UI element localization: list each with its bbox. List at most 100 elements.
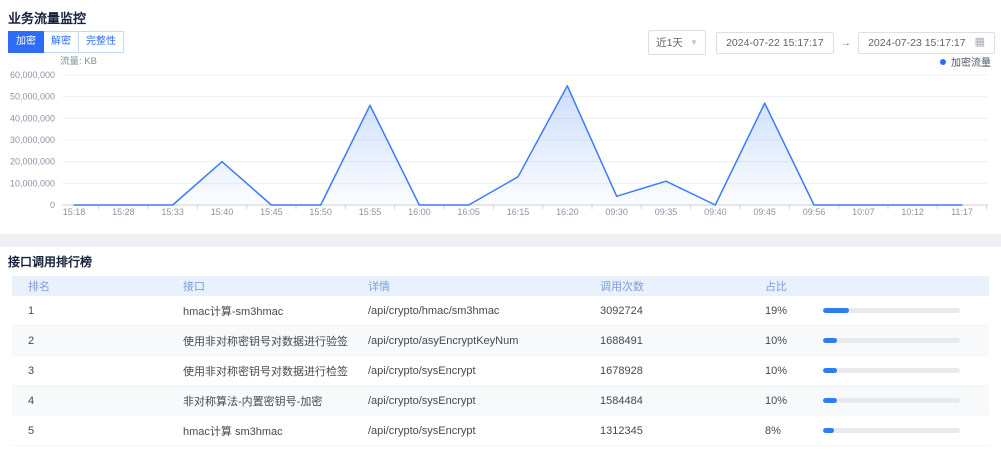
cell-detail: /api/crypto/sysEncrypt	[352, 425, 584, 437]
x-tick-label: 16:20	[556, 207, 579, 217]
table-body: 1hmac计算-sm3hmac/api/crypto/hmac/sm3hmac3…	[12, 296, 989, 446]
traffic-type-tabs: 加密 解密 完整性	[8, 31, 124, 53]
x-tick-label: 15:55	[359, 207, 382, 217]
y-tick-label: 40,000,000	[10, 113, 55, 123]
x-tick-label: 15:50	[309, 207, 332, 217]
cell-detail: /api/crypto/asyEncryptKeyNum	[352, 335, 584, 347]
cell-pct-bar	[807, 368, 989, 373]
chevron-down-icon: ▼	[690, 38, 698, 47]
pct-bar-track	[823, 368, 960, 373]
pct-bar-track	[823, 308, 960, 313]
tab-integrity[interactable]: 完整性	[78, 31, 124, 53]
column-header-3: 调用次数	[584, 278, 749, 294]
x-tick-label: 09:56	[803, 207, 826, 217]
y-tick-label: 60,000,000	[10, 70, 55, 80]
table-header: 排名接口详情调用次数占比	[12, 276, 989, 296]
cell-pct: 10%	[749, 395, 807, 407]
x-tick-label: 15:40	[211, 207, 234, 217]
cell-rank: 3	[12, 365, 167, 377]
x-tick-label: 15:18	[63, 207, 86, 217]
cell-calls: 1688491	[584, 335, 749, 347]
series-area	[74, 86, 962, 205]
traffic-line-chart: 60,000,000 50,000,000 40,000,000 30,000,000…	[0, 64, 1001, 226]
cell-rank: 1	[12, 305, 167, 317]
cell-detail: /api/crypto/hmac/sm3hmac	[352, 305, 584, 317]
end-datetime-input[interactable]: 2024-07-23 15:17:17 ▦	[858, 32, 995, 54]
y-tick-label: 30,000,000	[10, 135, 55, 145]
cell-pct: 8%	[749, 425, 807, 437]
x-tick-label: 16:15	[507, 207, 530, 217]
cell-rank: 2	[12, 335, 167, 347]
x-tick-label: 16:05	[457, 207, 480, 217]
pct-bar-track	[823, 398, 960, 403]
x-tick-label: 16:00	[408, 207, 431, 217]
start-datetime-input[interactable]: 2024-07-22 15:17:17	[716, 32, 834, 54]
cell-calls: 3092724	[584, 305, 749, 317]
table-row: 5hmac计算 sm3hmac/api/crypto/sysEncrypt131…	[12, 416, 989, 446]
table-row: 1hmac计算-sm3hmac/api/crypto/hmac/sm3hmac3…	[12, 296, 989, 326]
cell-calls: 1584484	[584, 395, 749, 407]
x-tick-label: 09:30	[605, 207, 628, 217]
traffic-monitor-card: 业务流量监控 加密 解密 完整性 近1天 ▼ 2024-07-22 15:17:…	[0, 0, 1001, 234]
time-controls: 近1天 ▼ 2024-07-22 15:17:17 → 2024-07-23 1…	[648, 30, 995, 55]
pct-bar-fill	[823, 428, 834, 433]
pct-bar-fill	[823, 338, 837, 343]
table-row: 2使用非对称密钥号对数据进行验签/api/crypto/asyEncryptKe…	[12, 326, 989, 356]
x-tick-label: 15:28	[112, 207, 135, 217]
time-range-value: 近1天	[656, 35, 683, 50]
cell-api: 使用非对称密钥号对数据进行检签	[167, 363, 352, 379]
y-tick-label: 0	[50, 200, 55, 210]
table-row: 3使用非对称密钥号对数据进行检签/api/crypto/sysEncrypt16…	[12, 356, 989, 386]
ranking-table: 排名接口详情调用次数占比 1hmac计算-sm3hmac/api/crypto/…	[12, 276, 989, 446]
x-tick-label: 10:12	[901, 207, 924, 217]
cell-api: hmac计算 sm3hmac	[167, 423, 352, 439]
cell-rank: 4	[12, 395, 167, 407]
pct-bar-track	[823, 428, 960, 433]
cell-detail: /api/crypto/sysEncrypt	[352, 365, 584, 377]
date-range-arrow: →	[841, 37, 852, 49]
x-tick-label: 09:40	[704, 207, 727, 217]
cell-pct: 10%	[749, 365, 807, 377]
pct-bar-fill	[823, 368, 837, 373]
cell-pct-bar	[807, 398, 989, 403]
cell-pct-bar	[807, 338, 989, 343]
pct-bar-track	[823, 338, 960, 343]
x-tick-label: 09:45	[753, 207, 776, 217]
x-tick-label: 09:35	[655, 207, 678, 217]
x-tick-label: 11:17	[951, 207, 973, 217]
cell-pct-bar	[807, 308, 989, 313]
y-tick-label: 10,000,000	[10, 178, 55, 188]
cell-api: 使用非对称密钥号对数据进行验签	[167, 333, 352, 349]
column-header-0: 排名	[12, 278, 167, 294]
pct-bar-fill	[823, 308, 849, 313]
calendar-icon[interactable]: ▦	[975, 37, 985, 48]
x-tick-label: 10:07	[852, 207, 875, 217]
end-datetime-value: 2024-07-23 15:17:17	[868, 37, 966, 49]
column-header-2: 详情	[352, 278, 584, 294]
cell-rank: 5	[12, 425, 167, 437]
cell-api: 非对称算法-内置密钥号-加密	[167, 393, 352, 409]
pct-bar-fill	[823, 398, 837, 403]
tab-decrypt[interactable]: 解密	[43, 31, 79, 53]
cell-calls: 1312345	[584, 425, 749, 437]
column-header-4: 占比	[749, 278, 807, 294]
traffic-section-title: 业务流量监控	[8, 8, 86, 27]
cell-pct: 19%	[749, 305, 807, 317]
y-tick-label: 50,000,000	[10, 92, 55, 102]
cell-pct-bar	[807, 428, 989, 433]
ranking-card: 接口调用排行榜 排名接口详情调用次数占比 1hmac计算-sm3hmac/api…	[0, 247, 1001, 450]
section-divider	[0, 234, 1001, 247]
x-tick-label: 15:45	[260, 207, 283, 217]
tab-encrypt[interactable]: 加密	[8, 31, 44, 53]
cell-api: hmac计算-sm3hmac	[167, 303, 352, 319]
table-row: 4非对称算法-内置密钥号-加密/api/crypto/sysEncrypt158…	[12, 386, 989, 416]
start-datetime-value: 2024-07-22 15:17:17	[726, 37, 824, 49]
column-header-1: 接口	[167, 278, 352, 294]
time-range-select[interactable]: 近1天 ▼	[648, 30, 706, 55]
cell-pct: 10%	[749, 335, 807, 347]
cell-calls: 1678928	[584, 365, 749, 377]
cell-detail: /api/crypto/sysEncrypt	[352, 395, 584, 407]
ranking-section-title: 接口调用排行榜	[8, 253, 92, 270]
x-tick-label: 15:33	[161, 207, 184, 217]
y-tick-label: 20,000,000	[10, 157, 55, 167]
